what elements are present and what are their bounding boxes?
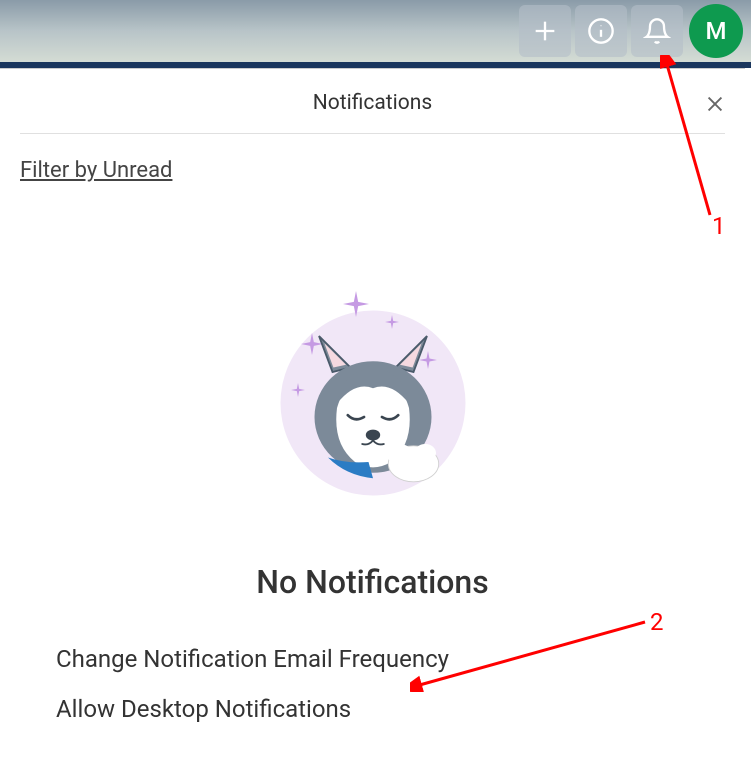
notifications-button[interactable] (631, 5, 683, 57)
empty-illustration (253, 283, 493, 523)
user-avatar[interactable]: M (689, 4, 743, 58)
bell-icon (643, 17, 671, 45)
notifications-panel: Notifications Filter by Unread (0, 68, 745, 758)
panel-header: Notifications (20, 69, 725, 134)
plus-icon (531, 17, 559, 45)
panel-title: Notifications (313, 91, 432, 115)
empty-state: No Notifications Change Notification Ema… (0, 283, 745, 745)
allow-desktop-notifications-link[interactable]: Allow Desktop Notifications (28, 695, 751, 723)
info-button[interactable] (575, 5, 627, 57)
filter-unread-link[interactable]: Filter by Unread (20, 158, 172, 183)
empty-heading: No Notifications (256, 563, 488, 601)
close-icon (704, 93, 726, 115)
husky-icon (283, 318, 463, 498)
action-links: Change Notification Email Frequency Allo… (28, 645, 751, 745)
add-button[interactable] (519, 5, 571, 57)
info-icon (587, 17, 615, 45)
top-bar: M (0, 0, 751, 68)
change-email-frequency-link[interactable]: Change Notification Email Frequency (28, 645, 751, 673)
close-button[interactable] (700, 89, 730, 122)
